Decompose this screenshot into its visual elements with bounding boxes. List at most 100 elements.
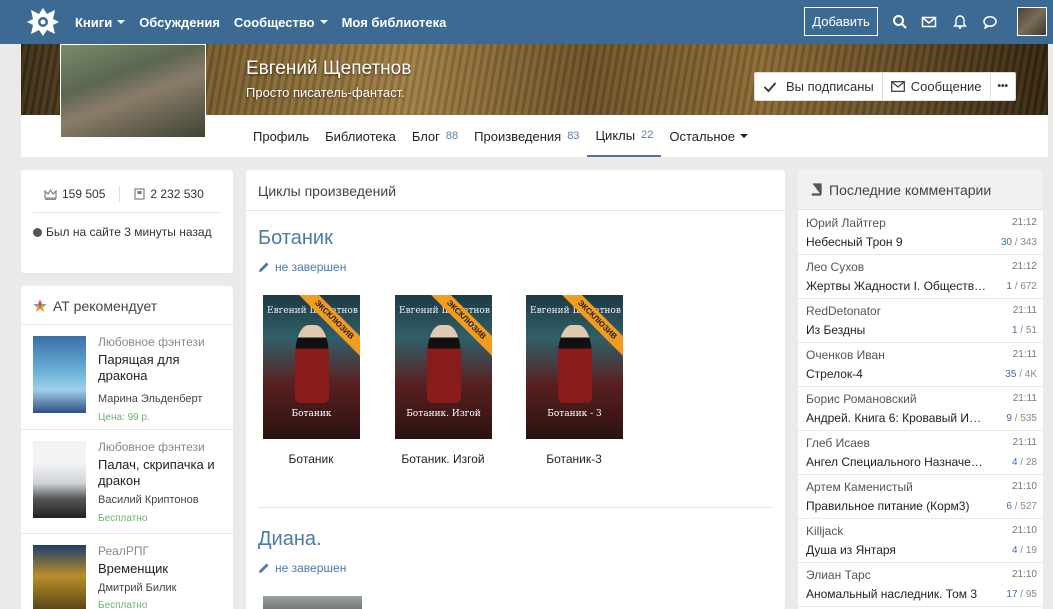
user-avatar[interactable] <box>1017 7 1047 36</box>
rec-item[interactable]: Любовное фэнтези Парящая для дракона Мар… <box>21 324 233 429</box>
comment-count-separator: / <box>1017 545 1026 556</box>
profile-avatar[interactable] <box>60 44 206 138</box>
rec-title[interactable]: Парящая для дракона <box>98 352 223 384</box>
rec-genre[interactable]: Любовное фэнтези <box>98 440 205 454</box>
comment-user[interactable]: RedDetonator <box>806 304 881 318</box>
profile-status: Просто писатель-фантаст. <box>246 85 405 100</box>
comment-time: 21:10 <box>1011 525 1037 536</box>
chat-icon[interactable] <box>982 14 998 30</box>
book-card[interactable]: Евгений Щепетнов Ботаник. Изгой ЭКСКЛЮЗИ… <box>388 295 498 466</box>
comment-item[interactable]: Борис Романовский 21:11 Андрей. Книга 6: К… <box>798 387 1043 431</box>
comment-time: 21:11 <box>1012 305 1037 316</box>
comment-book-title[interactable]: Стрелок-4 <box>806 367 986 381</box>
series-title[interactable]: Диана. <box>258 528 322 551</box>
comment-book-title[interactable]: Ангел Специального Назначения <box>806 455 986 469</box>
tab-count: 22 <box>641 129 654 141</box>
comment-user[interactable]: Артем Каменистый <box>806 480 913 494</box>
comment-user[interactable]: Глеб Исаев <box>806 436 870 450</box>
comment-item[interactable]: Глеб Исаев 21:11 Ангел Специального Назнач… <box>798 431 1043 475</box>
book-card[interactable]: Евгений Щепетнов Ботаник ЭКСКЛЮЗИВ Ботан… <box>256 295 366 466</box>
book-cover-image[interactable]: Евгений Щепетнов Ботаник ЭКСКЛЮЗИВ <box>263 295 360 439</box>
comment-time: 21:10 <box>1011 569 1037 580</box>
rec-cover-image[interactable] <box>33 545 86 609</box>
tab-works[interactable]: Произведения 83 <box>466 115 587 157</box>
recent-comments-card: Последние комментарии Юрий Лайтгер 21:12 Н… <box>798 170 1043 609</box>
comment-item[interactable]: Killjack 21:10 Душа из Янтаря 4 / 19 <box>798 519 1043 563</box>
comment-user[interactable]: Юрий Лайтгер <box>806 216 886 230</box>
comment-new-count: 17 <box>1006 589 1018 600</box>
comment-total-count: 95 <box>1025 589 1037 600</box>
book-name[interactable]: Ботаник-3 <box>519 452 629 466</box>
message-button[interactable]: Сообщение <box>883 73 991 100</box>
comment-user[interactable]: Борис Романовский <box>806 392 917 406</box>
chevron-down-icon <box>319 20 328 24</box>
stats-card: 159 505 2 232 530 Был на сайте 3 минуты … <box>21 170 233 273</box>
book-name[interactable]: Ботаник. Изгой <box>388 452 498 466</box>
book-name[interactable]: Ботаник <box>256 452 366 466</box>
rec-price: Цена: 99 р. <box>98 412 150 423</box>
comment-item[interactable]: Оченков Иван 21:11 Стрелок-4 35 / 4K <box>798 343 1043 387</box>
book-cover-image[interactable]: Евгений Щепетнов Ботаник - 3 ЭКСКЛЮЗИВ <box>526 295 623 439</box>
comment-book-title[interactable]: Из Бездны <box>806 323 986 337</box>
rec-cover-image[interactable] <box>33 441 86 518</box>
comment-user[interactable]: Элиан Тарс <box>806 568 871 582</box>
comment-book-title[interactable]: Аномальный наследник. Том 3 <box>806 587 986 601</box>
rec-title[interactable]: Временщик <box>98 561 223 577</box>
comment-book-title[interactable]: Андрей. Книга 6: Кровавый Император <box>806 411 986 425</box>
nav-discussions[interactable]: Обсуждения <box>139 15 220 30</box>
series-title[interactable]: Ботаник <box>258 227 333 250</box>
nav-community[interactable]: Сообщество <box>234 15 328 30</box>
comment-time: 21:12 <box>1011 261 1037 272</box>
nav-community-label: Сообщество <box>233 14 315 30</box>
comment-user[interactable]: Оченков Иван <box>806 348 885 362</box>
subscribed-button[interactable]: Вы подписаны <box>755 73 883 100</box>
mail-icon[interactable] <box>921 14 937 30</box>
comment-user[interactable]: Killjack <box>806 524 843 538</box>
book-card[interactable]: Евгений Щепетнов Ботаник - 3 ЭКСКЛЮЗИВ Б… <box>519 295 629 466</box>
more-button[interactable]: ••• <box>991 73 1016 100</box>
comment-item[interactable]: Лео Сухов 21:12 Жертвы Жадности I. Обществ… <box>798 255 1043 299</box>
rec-item[interactable]: Любовное фэнтези Палач, скрипачка и драк… <box>21 429 233 533</box>
comment-time: 21:10 <box>1011 481 1037 492</box>
comment-item[interactable]: RedDetonator 21:11 Из Бездны 1 / 51 <box>798 299 1043 343</box>
comment-counts: 30 / 343 <box>1001 237 1037 248</box>
rec-item[interactable]: РеалРПГ Временщик Дмитрий Билик Бесплатн… <box>21 533 233 609</box>
tab-blog[interactable]: Блог 88 <box>404 115 466 157</box>
comment-item[interactable]: Элиан Тарс 21:10 Аномальный наследник. Том… <box>798 563 1043 607</box>
rec-author[interactable]: Василий Криптонов <box>98 494 199 506</box>
bell-icon[interactable] <box>952 14 968 30</box>
comment-total-count: 19 <box>1025 545 1037 556</box>
followers-stat[interactable]: 159 505 <box>44 187 105 201</box>
rec-title[interactable]: Палач, скрипачка и дракон <box>98 457 223 489</box>
comment-book-title[interactable]: Правильное питание (Корм3) <box>806 499 986 513</box>
comment-item[interactable]: Артем Каменистый 21:10 Правильное питание … <box>798 475 1043 519</box>
comment-book-title[interactable]: Душа из Янтаря <box>806 543 986 557</box>
rec-cover-image[interactable] <box>33 336 86 413</box>
tab-other[interactable]: Остальное <box>661 115 756 157</box>
rec-genre[interactable]: Любовное фэнтези <box>98 335 205 349</box>
book-cover-image[interactable]: Евгений Щепетнов Ботаник. Изгой ЭКСКЛЮЗИ… <box>395 295 492 439</box>
rec-genre[interactable]: РеалРПГ <box>98 544 149 558</box>
star-icon <box>33 299 47 312</box>
rec-author[interactable]: Марина Эльденберт <box>98 393 202 405</box>
tab-profile[interactable]: Профиль <box>245 115 317 157</box>
crown-icon <box>44 188 57 200</box>
add-button[interactable]: Добавить <box>804 7 878 36</box>
tab-library[interactable]: Библиотека <box>317 115 404 157</box>
tab-series[interactable]: Циклы 22 <box>587 115 662 157</box>
comment-book-title[interactable]: Небесный Трон 9 <box>806 235 986 249</box>
series-status-label: не завершен <box>275 561 347 575</box>
site-logo-icon[interactable] <box>24 3 62 41</box>
nav-books[interactable]: Книги <box>75 15 126 30</box>
book-cover-image[interactable] <box>263 596 362 609</box>
libraries-stat[interactable]: 2 232 530 <box>134 187 204 201</box>
comment-counts: 1 / 672 <box>1006 281 1037 292</box>
tab-count: 83 <box>567 130 580 142</box>
search-icon[interactable] <box>892 14 908 30</box>
nav-my-library[interactable]: Моя библиотека <box>342 15 447 30</box>
comment-user[interactable]: Лео Сухов <box>806 260 864 274</box>
rec-author[interactable]: Дмитрий Билик <box>98 582 176 594</box>
comment-counts: 17 / 95 <box>1006 589 1037 600</box>
comment-book-title[interactable]: Жертвы Жадности I. Общественная... <box>806 279 986 293</box>
comment-item[interactable]: Юрий Лайтгер 21:12 Небесный Трон 9 30 / 343 <box>798 211 1043 255</box>
